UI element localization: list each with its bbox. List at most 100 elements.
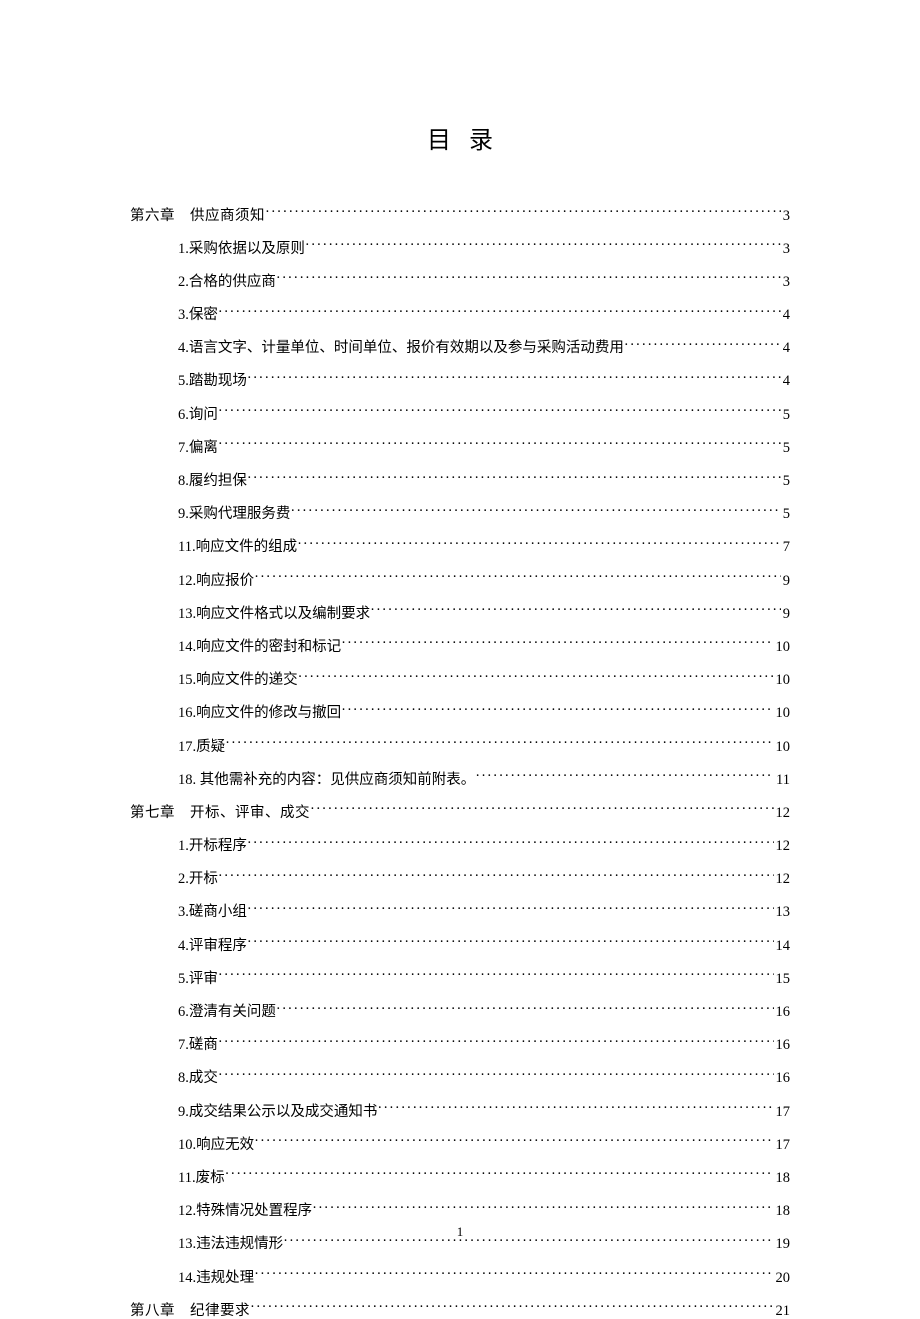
toc-item-number: 15. xyxy=(178,672,196,688)
toc-item-text: 响应报价 xyxy=(196,573,254,589)
toc-leader-dots xyxy=(310,802,774,817)
toc-item-text: 废标 xyxy=(196,1170,225,1186)
toc-item-text: 磋商小组 xyxy=(189,904,247,920)
toc-entry-label: 7.偏离 xyxy=(178,441,218,456)
toc-item-text: 评审程序 xyxy=(189,938,247,954)
toc-leader-dots xyxy=(218,968,774,983)
toc-entry: 8.履约担保5 xyxy=(130,471,790,489)
toc-entry-label: 13.响应文件格式以及编制要求 xyxy=(178,607,370,622)
toc-entry: 2.合格的供应商3 xyxy=(130,271,790,289)
toc-entry: 4.语言文字、计量单位、时间单位、报价有效期以及参与采购活动费用4 xyxy=(130,338,790,356)
toc-entry: 17.质疑10 xyxy=(130,736,790,754)
toc-leader-dots xyxy=(218,404,781,419)
toc-leader-dots xyxy=(218,869,774,884)
toc-item-text: 语言文字、计量单位、时间单位、报价有效期以及参与采购活动费用 xyxy=(189,340,624,356)
toc-entry-label: 11.废标 xyxy=(178,1171,225,1186)
toc-entry-page: 3 xyxy=(781,242,790,257)
toc-entry-label: 8.履约担保 xyxy=(178,474,247,489)
page-container: 目录 第六章 供应商须知31.采购依据以及原则32.合格的供应商33.保密44.… xyxy=(0,0,920,1318)
toc-entry-label: 14.响应文件的密封和标记 xyxy=(178,640,341,655)
toc-leader-dots xyxy=(218,1068,774,1083)
toc-item-text: 特殊情况处置程序 xyxy=(196,1203,312,1219)
toc-entry: 12.响应报价 9 xyxy=(130,570,790,588)
toc-item-number: 11. xyxy=(178,539,196,555)
toc-entry: 8.成交16 xyxy=(130,1068,790,1086)
toc-entry-label: 4.语言文字、计量单位、时间单位、报价有效期以及参与采购活动费用 xyxy=(178,341,624,356)
toc-item-text: 履约担保 xyxy=(189,473,247,489)
toc-entry: 6.询问 5 xyxy=(130,404,790,422)
toc-item-number: 9. xyxy=(178,506,189,522)
toc-item-text: 响应文件的递交 xyxy=(196,672,298,688)
toc-entry: 3.磋商小组 13 xyxy=(130,902,790,920)
toc-entry-label: 15.响应文件的递交 xyxy=(178,673,298,688)
toc-leader-dots xyxy=(254,570,781,585)
toc-entry-page: 9 xyxy=(781,574,790,589)
toc-entry-page: 5 xyxy=(781,441,790,456)
toc-entry-label: 6.询问 xyxy=(178,408,218,423)
toc-entry-label: 第六章 供应商须知 xyxy=(130,209,265,224)
toc-entry-page: 13 xyxy=(774,905,791,920)
toc-entry-label: 第七章 开标、评审、成交 xyxy=(130,806,310,821)
toc-chapter-text: 开标、评审、成交 xyxy=(190,805,310,821)
toc-entry-page: 9 xyxy=(781,607,790,622)
toc-item-number: 9. xyxy=(178,1104,189,1120)
toc-leader-dots xyxy=(247,935,774,950)
toc-entry: 9.成交结果公示以及成交通知书17 xyxy=(130,1101,790,1119)
toc-entry-label: 2.合格的供应商 xyxy=(178,275,276,290)
toc-item-number: 5. xyxy=(178,971,189,987)
toc-item-text: 询问 xyxy=(189,407,218,423)
toc-entry: 15.响应文件的递交 10 xyxy=(130,670,790,688)
toc-entry-label: 2.开标 xyxy=(178,872,218,887)
toc-item-text: 响应文件的组成 xyxy=(196,539,298,555)
toc-chapter-text: 供应商须知 xyxy=(190,208,265,224)
toc-item-number: 7. xyxy=(178,1037,189,1053)
toc-leader-dots xyxy=(218,1035,774,1050)
toc-entry-page: 15 xyxy=(774,972,791,987)
toc-entry: 6.澄清有关问题16 xyxy=(130,1002,790,1020)
toc-leader-dots xyxy=(475,769,774,784)
toc-entry-label: 11.响应文件的组成 xyxy=(178,540,297,555)
toc-item-number: 2. xyxy=(178,871,189,887)
toc-item-number: 12. xyxy=(178,573,196,589)
toc-entry-page: 5 xyxy=(781,408,790,423)
toc-item-number: 13. xyxy=(178,606,196,622)
toc-item-number: 12. xyxy=(178,1203,196,1219)
toc-entry-page: 10 xyxy=(774,706,791,721)
toc-entry: 10.响应无效17 xyxy=(130,1134,790,1152)
toc-entry-label: 1.采购依据以及原则 xyxy=(178,242,305,257)
toc-item-number: 10. xyxy=(178,1137,196,1153)
toc-entry-page: 10 xyxy=(774,673,791,688)
page-number: 1 xyxy=(0,1224,920,1240)
toc-item-text: 采购依据以及原则 xyxy=(189,241,305,257)
toc-item-text: 成交结果公示以及成交通知书 xyxy=(189,1104,378,1120)
toc-entry-page: 12 xyxy=(774,839,791,854)
toc-chapter-prefix: 第七章 xyxy=(130,805,175,821)
toc-item-text: 响应无效 xyxy=(196,1137,254,1153)
toc-entry-label: 9.采购代理服务费 xyxy=(178,507,290,522)
toc-item-text: 合格的供应商 xyxy=(189,274,276,290)
toc-entry-page: 12 xyxy=(774,872,791,887)
toc-leader-dots xyxy=(218,305,781,320)
toc-entry: 5.评审 15 xyxy=(130,968,790,986)
toc-entry-label: 9.成交结果公示以及成交通知书 xyxy=(178,1105,377,1120)
toc-item-number: 1. xyxy=(178,838,189,854)
toc-leader-dots xyxy=(225,1167,774,1182)
toc-entry-label: 第八章 纪律要求 xyxy=(130,1304,250,1319)
toc-entry: 7.磋商16 xyxy=(130,1035,790,1053)
toc-entry-label: 3.磋商小组 xyxy=(178,905,247,920)
toc-entry-page: 3 xyxy=(781,209,790,224)
toc-item-text: 响应文件格式以及编制要求 xyxy=(196,606,370,622)
toc-entry-label: 5.评审 xyxy=(178,972,218,987)
toc-item-number: 3. xyxy=(178,904,189,920)
toc-entry: 4.评审程序14 xyxy=(130,935,790,953)
toc-item-text: 偏离 xyxy=(189,440,218,456)
toc-entry: 13.响应文件格式以及编制要求 9 xyxy=(130,603,790,621)
toc-leader-dots xyxy=(341,703,773,718)
toc-item-number: 2. xyxy=(178,274,189,290)
toc-entry: 5.踏勘现场4 xyxy=(130,371,790,389)
toc-leader-dots xyxy=(298,670,774,685)
toc-entry-label: 6.澄清有关问题 xyxy=(178,1005,276,1020)
toc-entry-page: 10 xyxy=(774,740,791,755)
toc-entry: 12.特殊情况处置程序18 xyxy=(130,1201,790,1219)
toc-item-text: 磋商 xyxy=(189,1037,218,1053)
